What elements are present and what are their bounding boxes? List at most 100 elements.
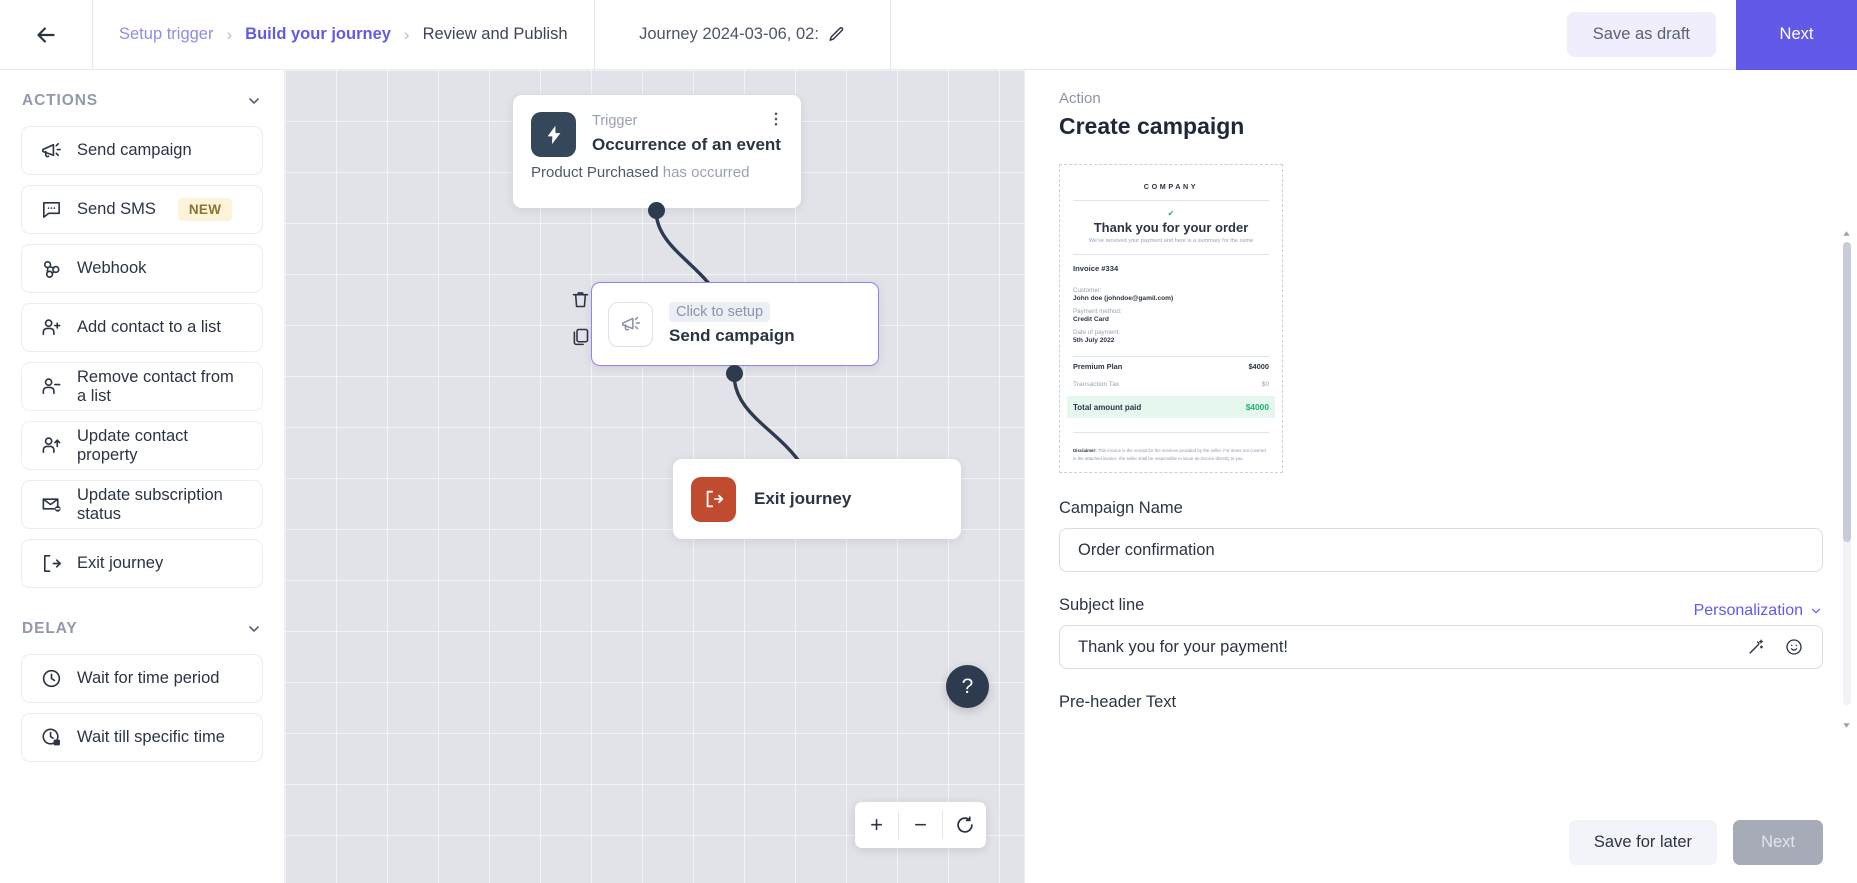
save-as-draft-button[interactable]: Save as draft bbox=[1566, 12, 1716, 57]
magic-wand-icon[interactable] bbox=[1746, 637, 1766, 657]
scroll-up-arrow-icon[interactable] bbox=[1841, 228, 1852, 239]
email-disclaimer-text: This invoice is the receipt for the serv… bbox=[1073, 448, 1266, 461]
clock-calendar-icon bbox=[42, 728, 60, 746]
breadcrumb-separator: › bbox=[226, 24, 233, 44]
breadcrumb: Setup trigger › Build your journey › Rev… bbox=[93, 0, 595, 69]
sidebar-section-delay-header[interactable]: DELAY bbox=[21, 598, 263, 654]
scrollbar-thumb[interactable] bbox=[1843, 242, 1851, 542]
sidebar-item-remove-contact-from-a-list[interactable]: Remove contact from a list bbox=[21, 362, 263, 411]
copy-icon[interactable] bbox=[570, 326, 591, 347]
emoji-icon[interactable] bbox=[1784, 637, 1804, 657]
trigger-node[interactable]: Trigger Occurrence of an event Product P… bbox=[513, 95, 801, 208]
pre-header-text-label: Pre-header Text bbox=[1059, 693, 1177, 712]
subject-line-input[interactable]: Thank you for your payment! bbox=[1059, 625, 1823, 670]
sidebar-item-label: Webhook bbox=[77, 259, 147, 278]
right-config-panel: Action Create campaign COMPANY ✔ Thank y… bbox=[1024, 70, 1857, 883]
journey-canvas[interactable]: Trigger Occurrence of an event Product P… bbox=[285, 70, 1024, 883]
trigger-node-kicker: Trigger bbox=[592, 113, 638, 129]
trigger-node-event-suffix: has occurred bbox=[662, 164, 750, 181]
zoom-out-button[interactable]: − bbox=[899, 802, 942, 848]
trigger-node-row: Trigger Occurrence of an event bbox=[531, 112, 783, 157]
journey-title-cell: Journey 2024-03-06, 02: bbox=[595, 0, 891, 69]
sidebar-item-label: Wait till specific time bbox=[77, 728, 225, 747]
sidebar-item-wait-for-time-period[interactable]: Wait for time period bbox=[21, 654, 263, 703]
new-badge: NEW bbox=[177, 198, 233, 221]
sidebar-item-update-contact-property[interactable]: Update contact property bbox=[21, 421, 263, 470]
sidebar-item-send-campaign[interactable]: Send campaign bbox=[21, 126, 263, 175]
left-sidebar: ACTIONS Send campaign Send SMS NEW Webho… bbox=[0, 70, 285, 883]
exit-journey-node-title: Exit journey bbox=[754, 489, 852, 508]
send-campaign-node-icon-box bbox=[608, 301, 653, 347]
scroll-down-arrow-icon[interactable] bbox=[1841, 720, 1852, 731]
email-preview[interactable]: COMPANY ✔ Thank you for your order We've… bbox=[1059, 164, 1283, 474]
webhook-icon bbox=[43, 260, 60, 278]
sidebar-section-actions-header[interactable]: ACTIONS bbox=[21, 70, 263, 126]
envelope-minus-icon bbox=[42, 498, 61, 512]
sidebar-item-add-contact-to-a-list[interactable]: Add contact to a list bbox=[21, 303, 263, 352]
reset-icon bbox=[956, 816, 973, 833]
sidebar-item-webhook[interactable]: Webhook bbox=[21, 244, 263, 293]
campaign-name-value: Order confirmation bbox=[1078, 540, 1215, 559]
sidebar-item-send-sms[interactable]: Send SMS NEW bbox=[21, 185, 263, 234]
trash-icon[interactable] bbox=[570, 289, 591, 310]
exit-icon bbox=[43, 555, 61, 572]
send-campaign-node[interactable]: Click to setup Send campaign bbox=[591, 282, 879, 366]
email-line-item-amount: $0 bbox=[1261, 381, 1269, 389]
campaign-output-dot bbox=[726, 365, 743, 382]
subject-line-label: Subject line bbox=[1059, 596, 1145, 615]
email-line-item-amount: $4000 bbox=[1248, 362, 1269, 372]
breadcrumb-item-review-and-publish[interactable]: Review and Publish bbox=[423, 25, 568, 44]
journey-title: Journey 2024-03-06, 02: bbox=[639, 25, 819, 43]
pencil-icon[interactable] bbox=[828, 26, 845, 43]
trigger-node-title: Occurrence of an event bbox=[592, 134, 781, 154]
trigger-node-text: Trigger Occurrence of an event bbox=[592, 112, 781, 157]
chevron-down-icon bbox=[249, 98, 259, 104]
exit-journey-node[interactable]: Exit journey bbox=[673, 459, 961, 539]
exit-journey-node-icon-box bbox=[691, 476, 736, 522]
sidebar-item-label: Update subscription status bbox=[77, 486, 223, 523]
right-panel-scrollbar[interactable] bbox=[1843, 242, 1851, 705]
node-side-tools bbox=[570, 289, 591, 347]
save-for-later-button[interactable]: Save for later bbox=[1568, 819, 1718, 865]
sidebar-item-label: Send SMS bbox=[77, 200, 156, 219]
sidebar-section-title: DELAY bbox=[22, 620, 78, 637]
email-total-value: $4000 bbox=[1245, 402, 1269, 413]
sidebar-item-exit-journey[interactable]: Exit journey bbox=[21, 539, 263, 588]
chat-bubble-icon bbox=[43, 201, 60, 218]
top-bar: Setup trigger › Build your journey › Rev… bbox=[0, 0, 1857, 70]
personalization-dropdown[interactable]: Personalization bbox=[1694, 602, 1823, 620]
clock-icon bbox=[42, 669, 61, 688]
right-panel-scroll-area: COMPANY ✔ Thank you for your order We've… bbox=[1025, 146, 1857, 801]
sidebar-item-label: Remove contact from a list bbox=[77, 368, 234, 405]
email-total-row: Total amount paid $4000 bbox=[1067, 396, 1275, 419]
back-button[interactable] bbox=[0, 0, 93, 69]
send-campaign-node-title: Send campaign bbox=[669, 326, 795, 345]
email-total-label: Total amount paid bbox=[1073, 402, 1142, 412]
megaphone-icon bbox=[42, 142, 61, 158]
click-to-setup-chip[interactable]: Click to setup bbox=[669, 302, 771, 322]
zoom-reset-button[interactable] bbox=[943, 802, 986, 848]
trigger-output-dot bbox=[648, 202, 665, 219]
send-campaign-node-text: Click to setup Send campaign bbox=[669, 302, 795, 346]
trigger-node-subtitle: Product Purchased has occurred bbox=[531, 164, 783, 181]
sidebar-item-update-subscription-status[interactable]: Update subscription status bbox=[21, 480, 263, 529]
zoom-in-button[interactable]: + bbox=[855, 802, 898, 848]
megaphone-icon bbox=[621, 316, 640, 331]
right-panel-kicker: Action bbox=[1059, 90, 1101, 107]
sidebar-section-title: ACTIONS bbox=[22, 92, 99, 109]
breadcrumb-item-setup-trigger[interactable]: Setup trigger bbox=[119, 25, 213, 44]
breadcrumb-item-build-your-journey[interactable]: Build your journey bbox=[245, 25, 391, 44]
email-line-item-name: Transaction Tax bbox=[1073, 381, 1120, 389]
campaign-name-input[interactable]: Order confirmation bbox=[1059, 528, 1823, 573]
sidebar-item-wait-till-specific-time[interactable]: Wait till specific time bbox=[21, 713, 263, 762]
zoom-controls: + − bbox=[855, 802, 986, 848]
kebab-menu-icon[interactable] bbox=[767, 109, 785, 129]
exit-icon bbox=[706, 490, 723, 508]
help-button[interactable]: ? bbox=[946, 665, 989, 708]
email-company-name: COMPANY bbox=[1143, 182, 1199, 191]
email-subheading: We've received your payment and here is … bbox=[1088, 238, 1254, 244]
next-button-top[interactable]: Next bbox=[1736, 0, 1857, 70]
email-line-item: Premium Plan $4000 bbox=[1073, 357, 1269, 376]
email-invoice-number: Invoice #334 bbox=[1073, 264, 1119, 274]
